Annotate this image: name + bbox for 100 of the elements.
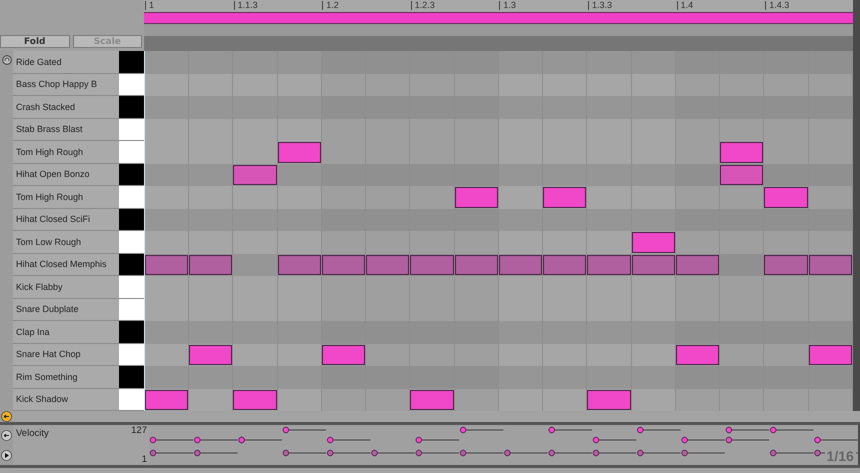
- grid-cell[interactable]: [720, 254, 764, 276]
- grid-cell[interactable]: [454, 298, 499, 321]
- grid-cell[interactable]: [676, 96, 720, 118]
- grid-cell[interactable]: [322, 321, 366, 344]
- grid-cell[interactable]: [366, 276, 410, 298]
- grid-cell[interactable]: [322, 118, 366, 141]
- grid-cell[interactable]: [454, 51, 499, 74]
- grid-cell[interactable]: [720, 118, 764, 141]
- grid-cell[interactable]: [454, 231, 499, 254]
- grid-cell[interactable]: [808, 388, 853, 411]
- grid-cell[interactable]: [676, 74, 720, 96]
- grid-cell[interactable]: [764, 141, 809, 164]
- drum-pad-name[interactable]: Crash Stacked: [13, 96, 119, 118]
- grid-cell[interactable]: [410, 276, 455, 298]
- grid-cell[interactable]: [676, 208, 720, 231]
- grid-cell[interactable]: [454, 321, 499, 344]
- grid-cell[interactable]: [676, 51, 720, 74]
- grid-cell[interactable]: [764, 231, 809, 254]
- grid-cell[interactable]: [808, 276, 853, 298]
- drum-pad-name[interactable]: Stab Brass Blast: [13, 118, 119, 141]
- drum-pad-name[interactable]: Ride Gated: [13, 51, 119, 74]
- grid-cell[interactable]: [676, 298, 720, 321]
- piano-key[interactable]: [119, 51, 144, 74]
- grid-cell[interactable]: [676, 141, 720, 164]
- grid-cell[interactable]: [322, 51, 366, 74]
- loop-bar[interactable]: [144, 12, 853, 24]
- grid-cell[interactable]: [322, 388, 366, 411]
- drum-pad-name[interactable]: Snare Hat Chop: [13, 344, 119, 366]
- drum-pad-name[interactable]: Tom Low Rough: [13, 231, 119, 254]
- grid-cell[interactable]: [676, 231, 720, 254]
- grid-cell[interactable]: [454, 388, 499, 411]
- grid-cell[interactable]: [808, 96, 853, 118]
- drum-pad-name[interactable]: Kick Flabby: [13, 276, 119, 298]
- grid-cell[interactable]: [808, 164, 853, 186]
- grid-cell[interactable]: [676, 321, 720, 344]
- drum-pad-name[interactable]: Hihat Closed Memphis: [13, 254, 119, 276]
- grid-cell[interactable]: [410, 186, 455, 208]
- grid-cell[interactable]: [676, 164, 720, 186]
- grid-cell[interactable]: [322, 298, 366, 321]
- grid-cell[interactable]: [454, 141, 499, 164]
- grid-cell[interactable]: [808, 51, 853, 74]
- grid-cell[interactable]: [366, 231, 410, 254]
- grid-cell[interactable]: [808, 186, 853, 208]
- grid-cell[interactable]: [808, 74, 853, 96]
- grid-cell[interactable]: [676, 186, 720, 208]
- grid-cell[interactable]: [676, 366, 720, 388]
- piano-key[interactable]: [119, 186, 144, 208]
- grid-cell[interactable]: [322, 164, 366, 186]
- grid-cell[interactable]: [322, 276, 366, 298]
- grid-cell[interactable]: [322, 208, 366, 231]
- grid-cell[interactable]: [322, 74, 366, 96]
- grid-cell[interactable]: [764, 276, 809, 298]
- grid-cell[interactable]: [366, 388, 410, 411]
- grid-cell[interactable]: [454, 74, 499, 96]
- piano-key[interactable]: [119, 231, 144, 254]
- grid-cell[interactable]: [808, 141, 853, 164]
- grid-cell[interactable]: [322, 186, 366, 208]
- drum-pad-name[interactable]: Clap Ina: [13, 321, 119, 344]
- grid-cell[interactable]: [454, 208, 499, 231]
- piano-key[interactable]: [119, 141, 144, 164]
- piano-key[interactable]: [119, 254, 144, 276]
- grid-cell[interactable]: [720, 344, 764, 366]
- piano-key[interactable]: [119, 118, 144, 141]
- grid-cell[interactable]: [454, 276, 499, 298]
- grid-cell[interactable]: [454, 96, 499, 118]
- grid-cell[interactable]: [322, 231, 366, 254]
- piano-key[interactable]: [119, 298, 144, 321]
- arrow-left-icon[interactable]: [1, 430, 12, 440]
- grid-cell[interactable]: [764, 344, 809, 366]
- grid-cell[interactable]: [454, 164, 499, 186]
- fold-button[interactable]: Fold: [0, 35, 70, 48]
- grid-cell[interactable]: [366, 344, 410, 366]
- drum-pad-name[interactable]: Hihat Closed SciFi: [13, 208, 119, 231]
- drum-pad-name[interactable]: Rim Something: [13, 366, 119, 388]
- timeline-ruler[interactable]: 1 1.1.3 1.2 1.2.3 1.3 1.3.3 1.4 1.4.3: [144, 0, 853, 12]
- piano-key[interactable]: [119, 276, 144, 298]
- drum-pad-name[interactable]: Snare Dubplate: [13, 298, 119, 321]
- piano-key[interactable]: [119, 164, 144, 186]
- piano-key[interactable]: [119, 321, 144, 344]
- grid-cell[interactable]: [764, 118, 809, 141]
- grid-cell[interactable]: [808, 321, 853, 344]
- grid-cell[interactable]: [410, 231, 455, 254]
- grid-cell[interactable]: [808, 231, 853, 254]
- grid-cell[interactable]: [808, 298, 853, 321]
- grid-cell[interactable]: [322, 366, 366, 388]
- piano-key[interactable]: [119, 96, 144, 118]
- grid-cell[interactable]: [808, 208, 853, 231]
- piano-key[interactable]: [119, 366, 144, 388]
- piano-key[interactable]: [119, 208, 144, 231]
- play-icon[interactable]: [1, 450, 12, 460]
- arrow-left-icon[interactable]: [1, 411, 12, 422]
- grid-cell[interactable]: [808, 366, 853, 388]
- grid-cell[interactable]: [808, 118, 853, 141]
- grid-cell[interactable]: [764, 164, 809, 186]
- grid-cell[interactable]: [720, 231, 764, 254]
- grid-cell[interactable]: [322, 96, 366, 118]
- piano-key[interactable]: [119, 388, 144, 411]
- drum-pad-name[interactable]: Tom High Rough: [13, 141, 119, 164]
- drum-pad-name[interactable]: Kick Shadow: [13, 388, 119, 411]
- grid-cell[interactable]: [720, 186, 764, 208]
